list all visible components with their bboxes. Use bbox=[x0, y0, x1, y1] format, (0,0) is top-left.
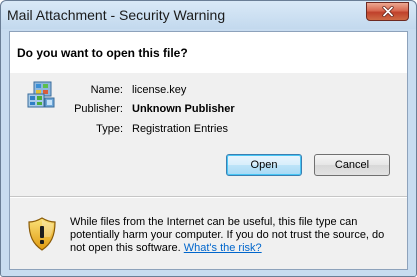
window-title: Mail Attachment - Security Warning bbox=[7, 7, 226, 23]
name-value: license.key bbox=[132, 84, 187, 96]
dialog-content: Do you want to open this file? Name: lic… bbox=[9, 31, 408, 270]
warning-message: While files from the Internet can be use… bbox=[70, 216, 402, 255]
whats-the-risk-link[interactable]: What's the risk? bbox=[184, 242, 262, 254]
title-bar[interactable]: Mail Attachment - Security Warning bbox=[1, 1, 416, 29]
registry-file-icon bbox=[27, 81, 55, 108]
publisher-label: Publisher: bbox=[74, 103, 123, 115]
type-value: Registration Entries bbox=[132, 123, 228, 135]
dialog-question: Do you want to open this file? bbox=[17, 46, 188, 60]
security-warning-dialog: Mail Attachment - Security Warning Do yo… bbox=[0, 0, 417, 277]
name-label: Name: bbox=[90, 84, 123, 96]
header-band: Do you want to open this file? bbox=[10, 32, 407, 73]
cancel-button[interactable]: Cancel bbox=[314, 154, 390, 176]
type-label: Type: bbox=[96, 123, 123, 135]
close-icon bbox=[381, 6, 394, 17]
publisher-value: Unknown Publisher bbox=[132, 103, 235, 115]
close-button[interactable] bbox=[366, 2, 409, 21]
shield-warning-icon bbox=[28, 217, 56, 251]
open-button[interactable]: Open bbox=[226, 154, 302, 176]
separator bbox=[10, 196, 407, 198]
